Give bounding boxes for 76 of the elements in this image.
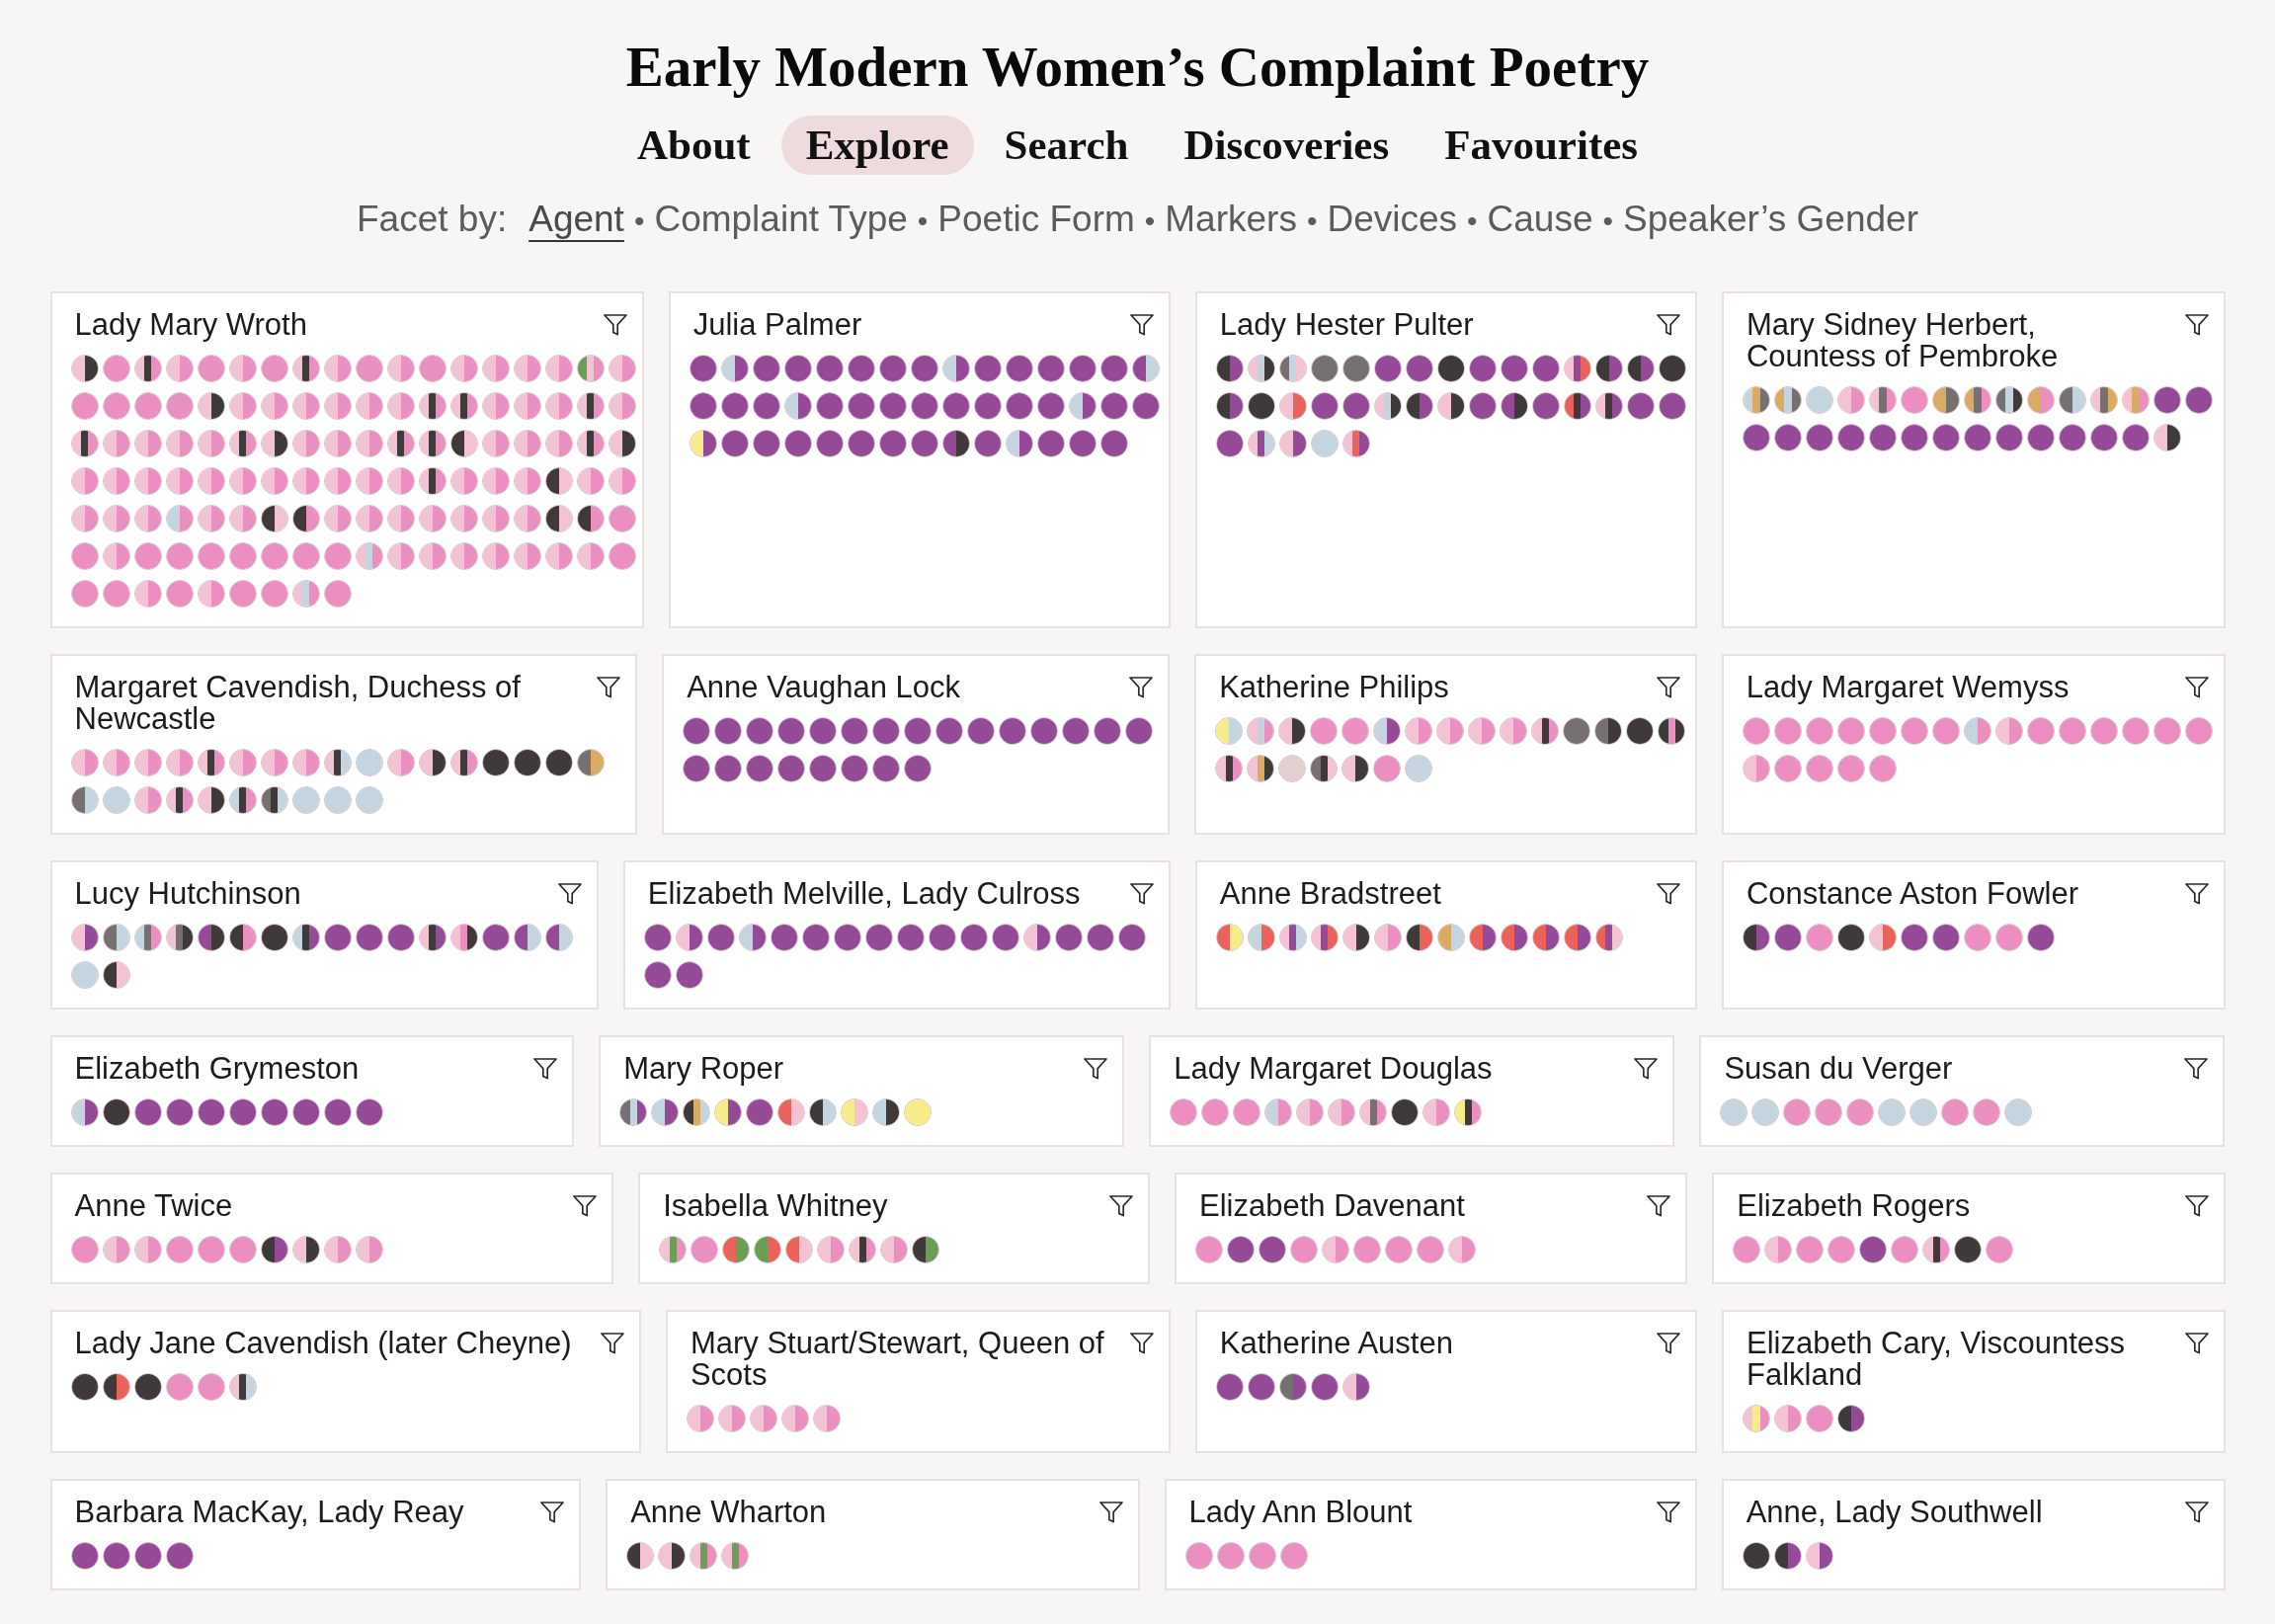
agent-name: Lady Margaret Douglas bbox=[1174, 1053, 1493, 1085]
filter-icon[interactable] bbox=[1098, 1502, 1123, 1523]
filter-icon[interactable] bbox=[1656, 1333, 1680, 1354]
facet-label: Facet by: bbox=[357, 199, 508, 240]
filter-icon[interactable] bbox=[2184, 1195, 2209, 1217]
agent-name: Anne, Lady Southwell bbox=[1746, 1497, 2043, 1528]
agent-name: Anne Twice bbox=[74, 1190, 233, 1222]
facet-link[interactable]: Speaker’s Gender bbox=[1623, 199, 1918, 240]
nav-link[interactable]: Search bbox=[979, 116, 1154, 175]
agent-name: Mary Roper bbox=[623, 1053, 784, 1085]
facet-separator: • bbox=[917, 203, 929, 239]
nav-link[interactable]: Explore bbox=[780, 116, 974, 175]
facet-separator: • bbox=[1306, 203, 1318, 239]
filter-icon[interactable] bbox=[533, 1058, 558, 1080]
filter-icon[interactable] bbox=[603, 314, 627, 336]
filter-icon[interactable] bbox=[2184, 314, 2209, 336]
filter-icon[interactable] bbox=[540, 1502, 565, 1523]
agent-name: Susan du Verger bbox=[1724, 1053, 1953, 1085]
filter-icon[interactable] bbox=[2184, 1502, 2209, 1523]
agent-name: Anne Bradstreet bbox=[1219, 878, 1441, 910]
filter-icon[interactable] bbox=[1647, 1195, 1671, 1217]
facet-link[interactable]: Cause bbox=[1487, 199, 1593, 240]
facet-separator: • bbox=[1144, 203, 1156, 239]
agent-name: Lady Jane Cavendish (later Cheyne) bbox=[74, 1328, 572, 1359]
filter-icon[interactable] bbox=[573, 1195, 598, 1217]
facet-link[interactable]: Agent bbox=[528, 199, 624, 240]
nav-link[interactable]: About bbox=[611, 116, 775, 175]
agent-name: Lady Mary Wroth bbox=[74, 309, 307, 341]
filter-icon[interactable] bbox=[2184, 1058, 2209, 1080]
filter-icon[interactable] bbox=[1656, 883, 1680, 905]
agent-name: Lady Ann Blount bbox=[1188, 1497, 1413, 1528]
filter-icon[interactable] bbox=[597, 677, 621, 698]
site-title: Early Modern Women’s Complaint Poetry bbox=[625, 38, 1650, 97]
agent-name: Lady Hester Pulter bbox=[1219, 309, 1474, 341]
facet-separator: • bbox=[633, 203, 645, 239]
agent-name: Lady Margaret Wemyss bbox=[1746, 672, 2070, 703]
filter-icon[interactable] bbox=[1084, 1058, 1108, 1080]
filter-icon[interactable] bbox=[600, 1333, 624, 1354]
facet-link[interactable]: Poetic Form bbox=[937, 199, 1135, 240]
nav-link[interactable]: Discoveries bbox=[1159, 116, 1415, 175]
filter-icon[interactable] bbox=[2184, 1333, 2209, 1354]
filter-icon[interactable] bbox=[1656, 677, 1680, 698]
filter-icon[interactable] bbox=[1656, 314, 1680, 336]
facet-separator: • bbox=[1602, 203, 1614, 239]
agent-name: Constance Aston Fowler bbox=[1746, 878, 2078, 910]
agent-name: Elizabeth Grymeston bbox=[74, 1053, 360, 1085]
agent-name: Julia Palmer bbox=[692, 309, 862, 341]
filter-icon[interactable] bbox=[2184, 677, 2209, 698]
filter-icon[interactable] bbox=[1109, 1195, 1133, 1217]
agent-name: Elizabeth Davenant bbox=[1199, 1190, 1465, 1222]
agent-name: Katherine Austen bbox=[1219, 1328, 1453, 1359]
filter-icon[interactable] bbox=[1129, 677, 1154, 698]
agent-name: Mary Sidney Herbert, Countess of Pembroke bbox=[1746, 309, 2060, 372]
agent-name: Elizabeth Cary, Viscountess Falkland bbox=[1746, 1328, 2127, 1391]
agent-name: Barbara MacKay, Lady Reay bbox=[74, 1497, 464, 1528]
filter-icon[interactable] bbox=[1634, 1058, 1659, 1080]
facet-link[interactable]: Devices bbox=[1327, 199, 1458, 240]
agent-name: Isabella Whitney bbox=[663, 1190, 888, 1222]
agent-name: Elizabeth Rogers bbox=[1737, 1190, 1971, 1222]
agent-name: Mary Stuart/Stewart, Queen of Scots bbox=[690, 1328, 1105, 1391]
filter-icon[interactable] bbox=[2184, 883, 2209, 905]
facet-separator: • bbox=[1467, 203, 1478, 239]
filter-icon[interactable] bbox=[1656, 1502, 1680, 1523]
agent-name: Katherine Philips bbox=[1219, 672, 1449, 703]
filter-icon[interactable] bbox=[1129, 1333, 1154, 1354]
agent-name: Margaret Cavendish, Duchess of Newcastle bbox=[74, 672, 522, 735]
filter-icon[interactable] bbox=[557, 883, 582, 905]
agent-name: Anne Vaughan Lock bbox=[687, 672, 961, 703]
agent-name: Lucy Hutchinson bbox=[74, 878, 301, 910]
filter-icon[interactable] bbox=[1129, 883, 1154, 905]
filter-icon[interactable] bbox=[1129, 314, 1154, 336]
agent-name: Anne Wharton bbox=[630, 1497, 827, 1528]
nav-link[interactable]: Favourites bbox=[1420, 116, 1664, 175]
facet-link[interactable]: Complaint Type bbox=[654, 199, 908, 240]
agent-name: Elizabeth Melville, Lady Culross bbox=[647, 878, 1081, 910]
facet-link[interactable]: Markers bbox=[1165, 199, 1297, 240]
